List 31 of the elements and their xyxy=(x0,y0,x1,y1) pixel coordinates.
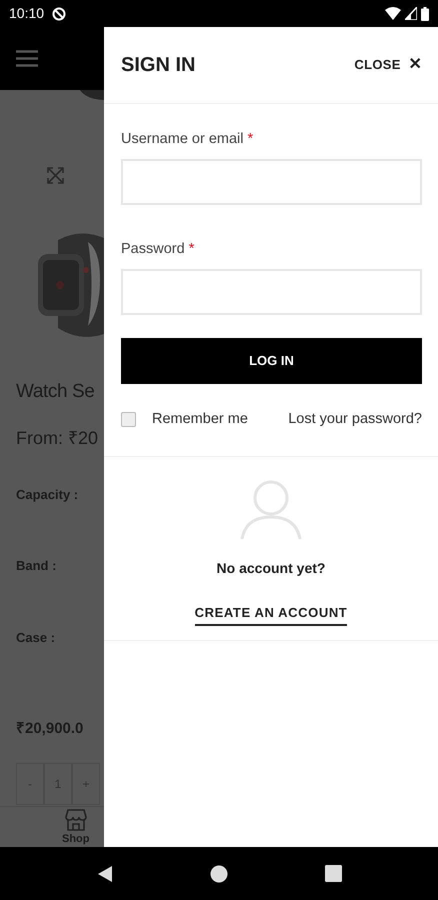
user-icon xyxy=(240,479,302,542)
close-button[interactable]: CLOSE ✕ xyxy=(354,53,422,77)
product-title: Watch Se xyxy=(15,380,96,404)
drawer-title: SIGN IN xyxy=(121,53,196,78)
battery-icon xyxy=(421,6,429,20)
field-label: Password * xyxy=(121,240,196,259)
input-field[interactable] xyxy=(121,268,422,314)
clock-time: 10:10 xyxy=(9,4,44,23)
do-not-disturb-icon xyxy=(52,6,66,20)
wifi-icon xyxy=(385,7,401,20)
recents-icon[interactable] xyxy=(324,865,342,882)
back-icon[interactable] xyxy=(96,864,112,882)
menu-icon[interactable] xyxy=(16,50,38,67)
no-account-text: No account yet? xyxy=(216,559,326,578)
close-icon: ✕ xyxy=(408,53,422,77)
field-label: Username or email * xyxy=(121,130,254,149)
store-icon xyxy=(64,808,88,830)
login-button[interactable]: LOG IN xyxy=(121,338,422,384)
home-icon[interactable] xyxy=(210,864,228,882)
signal-icon xyxy=(405,7,417,20)
create-account-link[interactable]: CREATE AN ACCOUNT xyxy=(194,603,348,626)
remember-checkbox[interactable] xyxy=(121,412,136,427)
input-field[interactable] xyxy=(121,158,422,205)
expand-icon[interactable] xyxy=(47,167,64,184)
lost-password-link[interactable]: Lost your password? xyxy=(288,408,422,430)
option-label: Band : xyxy=(15,557,58,575)
option-label: Capacity : xyxy=(15,486,80,504)
remember-label: Remember me xyxy=(152,410,248,428)
product-total-price: ₹20,900.0 xyxy=(15,719,84,739)
option-label: Case : xyxy=(15,628,56,646)
product-price: From: ₹20 xyxy=(15,426,100,450)
